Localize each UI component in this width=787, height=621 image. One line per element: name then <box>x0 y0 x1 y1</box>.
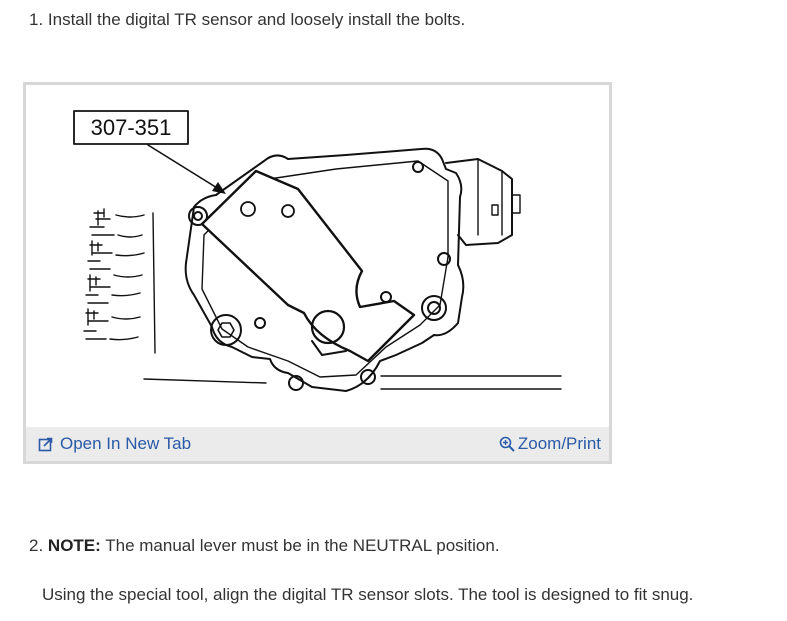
step-2-detail: Using the special tool, align the digita… <box>42 585 694 604</box>
note-text: The manual lever must be in the NEUTRAL … <box>105 536 500 555</box>
connector-detail-lines <box>83 208 156 354</box>
figure-footer-bar: Open In New Tab Zoom/Print <box>26 427 609 461</box>
external-link-icon <box>38 437 53 452</box>
step-2-number: 2. <box>29 536 44 555</box>
tr-sensor-illustration: 307-351 <box>73 110 562 392</box>
figure-panel: 307-351 Open In New Tab Zoom/Print <box>23 82 612 464</box>
note-label: NOTE: <box>47 536 101 555</box>
callout-label: 307-351 <box>91 115 172 140</box>
callout-leader <box>147 144 223 192</box>
open-in-new-tab-link[interactable]: Open In New Tab <box>38 434 191 454</box>
step-2-note: 2. NOTE: The manual lever must be in the… <box>29 535 500 557</box>
zoom-print-label: Zoom/Print <box>517 434 601 453</box>
zoom-print-link[interactable]: Zoom/Print <box>499 434 601 454</box>
open-in-new-tab-label: Open In New Tab <box>60 434 192 453</box>
alignment-tool <box>200 169 416 363</box>
step-1-text: 1. Install the digital TR sensor and loo… <box>29 10 466 29</box>
magnifier-plus-icon <box>499 436 515 452</box>
